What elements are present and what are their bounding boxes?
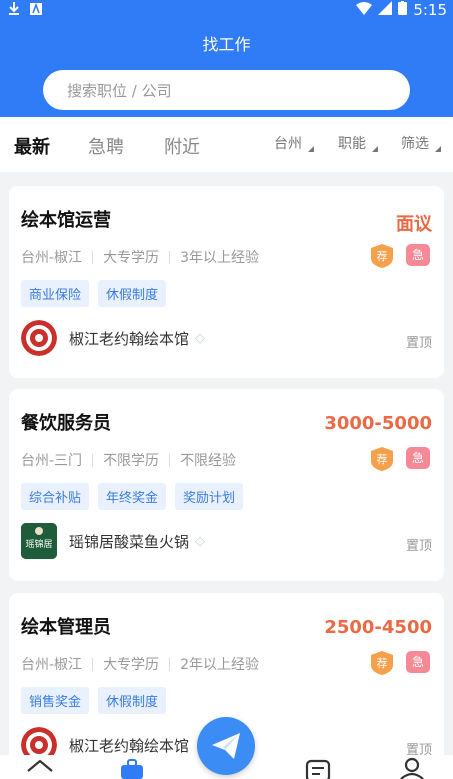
tab-bar [0,117,453,172]
job-tag: 奖励计划 [175,483,244,510]
profile-icon[interactable] [398,757,426,779]
job-tag: 商业保险 [21,280,90,307]
job-salary: 3000-5000 [324,413,432,434]
recommend-badge: 荐 [370,244,394,268]
job-location: 台州-椒江 [21,250,83,266]
diamond-icon: ◇ [195,330,206,346]
job-card[interactable]: 绘本馆运营 面议 台州-椒江 大专学历 3年以上经验 荐 急 商业保险 休假制度… [9,186,444,378]
job-card[interactable]: 餐饮服务员 3000-5000 台州-三门 不限学历 不限经验 荐 急 综合补贴… [9,389,444,581]
filter-city[interactable]: 台州 [274,133,314,153]
download-icon [8,2,20,20]
job-title: 绘本馆运营 [21,210,111,231]
search-placeholder: 搜索职位 / 公司 [67,81,172,100]
tab-urgent[interactable]: 急聘 [88,133,124,159]
signal-icon [378,1,393,19]
job-salary: 面议 [396,214,432,235]
send-icon [210,731,242,765]
dropdown-triangle-icon [435,146,441,152]
header-bar: 5:15 找工作 搜索职位 / 公司 [0,0,453,117]
job-title: 餐饮服务员 [21,413,111,434]
job-location: 台州-三门 [21,453,83,469]
tab-nearby[interactable]: 附近 [164,133,200,159]
urgent-badge: 急 [406,244,430,266]
dropdown-triangle-icon [372,146,378,152]
search-input[interactable]: 搜索职位 / 公司 [43,70,410,110]
send-button[interactable] [197,717,255,775]
wifi-icon [356,1,373,19]
notification-icon [30,2,42,19]
company-name: 椒江老约翰绘本馆 [69,329,190,348]
job-experience: 不限经验 [180,453,237,469]
job-education: 大专学历 [103,657,160,673]
job-education: 不限学历 [103,453,160,469]
recommend-badge: 荐 [370,447,394,471]
job-tags: 销售奖金 休假制度 [21,687,167,714]
tab-latest[interactable]: 最新 [14,133,50,159]
status-time: 5:15 [413,1,447,19]
pinned-label: 置顶 [405,336,432,351]
filter-city-label: 台州 [274,136,302,152]
dropdown-triangle-icon [308,146,314,152]
job-meta: 台州-椒江 大专学历 2年以上经验 [21,654,259,674]
job-badges: 荐 急 [370,244,430,268]
job-badges: 荐 急 [370,651,430,675]
company-name: 椒江老约翰绘本馆 [69,736,190,755]
recommend-badge-text: 荐 [377,657,388,670]
job-tag: 休假制度 [98,280,167,307]
recommend-badge-text: 荐 [377,453,388,466]
job-badges: 荐 急 [370,447,430,471]
resume-icon[interactable] [304,759,332,779]
page-title: 找工作 [202,35,251,54]
battery-icon [398,1,408,19]
job-tags: 商业保险 休假制度 [21,280,167,307]
job-tag: 销售奖金 [21,687,90,714]
job-tag: 年终奖金 [98,483,167,510]
job-salary: 2500-4500 [324,617,432,638]
urgent-badge: 急 [406,447,430,469]
status-bar: 5:15 [0,0,453,20]
briefcase-icon[interactable] [118,759,146,779]
job-meta: 台州-椒江 大专学历 3年以上经验 [21,247,259,267]
job-tag: 综合补贴 [21,483,90,510]
company-logo [21,320,57,356]
job-tag: 休假制度 [98,687,167,714]
filter-function[interactable]: 职能 [338,133,378,153]
job-education: 大专学历 [103,250,160,266]
company-row: 椒江老约翰绘本馆 ◇ [21,320,205,356]
job-title: 绘本管理员 [21,617,111,638]
pinned-label: 置顶 [405,539,432,554]
company-logo-text: 瑶锦居 [25,538,52,550]
urgent-badge: 急 [406,651,430,673]
filter-function-label: 职能 [338,136,366,152]
recommend-badge: 荐 [370,651,394,675]
company-row: 瑶锦居 瑶锦居酸菜鱼火锅 ◇ [21,523,205,559]
filter-more-label: 筛选 [401,136,429,152]
home-icon[interactable] [26,759,54,779]
job-experience: 2年以上经验 [180,657,259,673]
filter-more[interactable]: 筛选 [401,133,441,153]
job-meta: 台州-三门 不限学历 不限经验 [21,450,236,470]
company-name: 瑶锦居酸菜鱼火锅 [69,532,190,551]
diamond-icon: ◇ [195,533,206,549]
recommend-badge-text: 荐 [377,250,388,263]
company-logo: 瑶锦居 [21,523,57,559]
job-experience: 3年以上经验 [180,250,259,266]
job-tags: 综合补贴 年终奖金 奖励计划 [21,483,244,510]
job-location: 台州-椒江 [21,657,83,673]
